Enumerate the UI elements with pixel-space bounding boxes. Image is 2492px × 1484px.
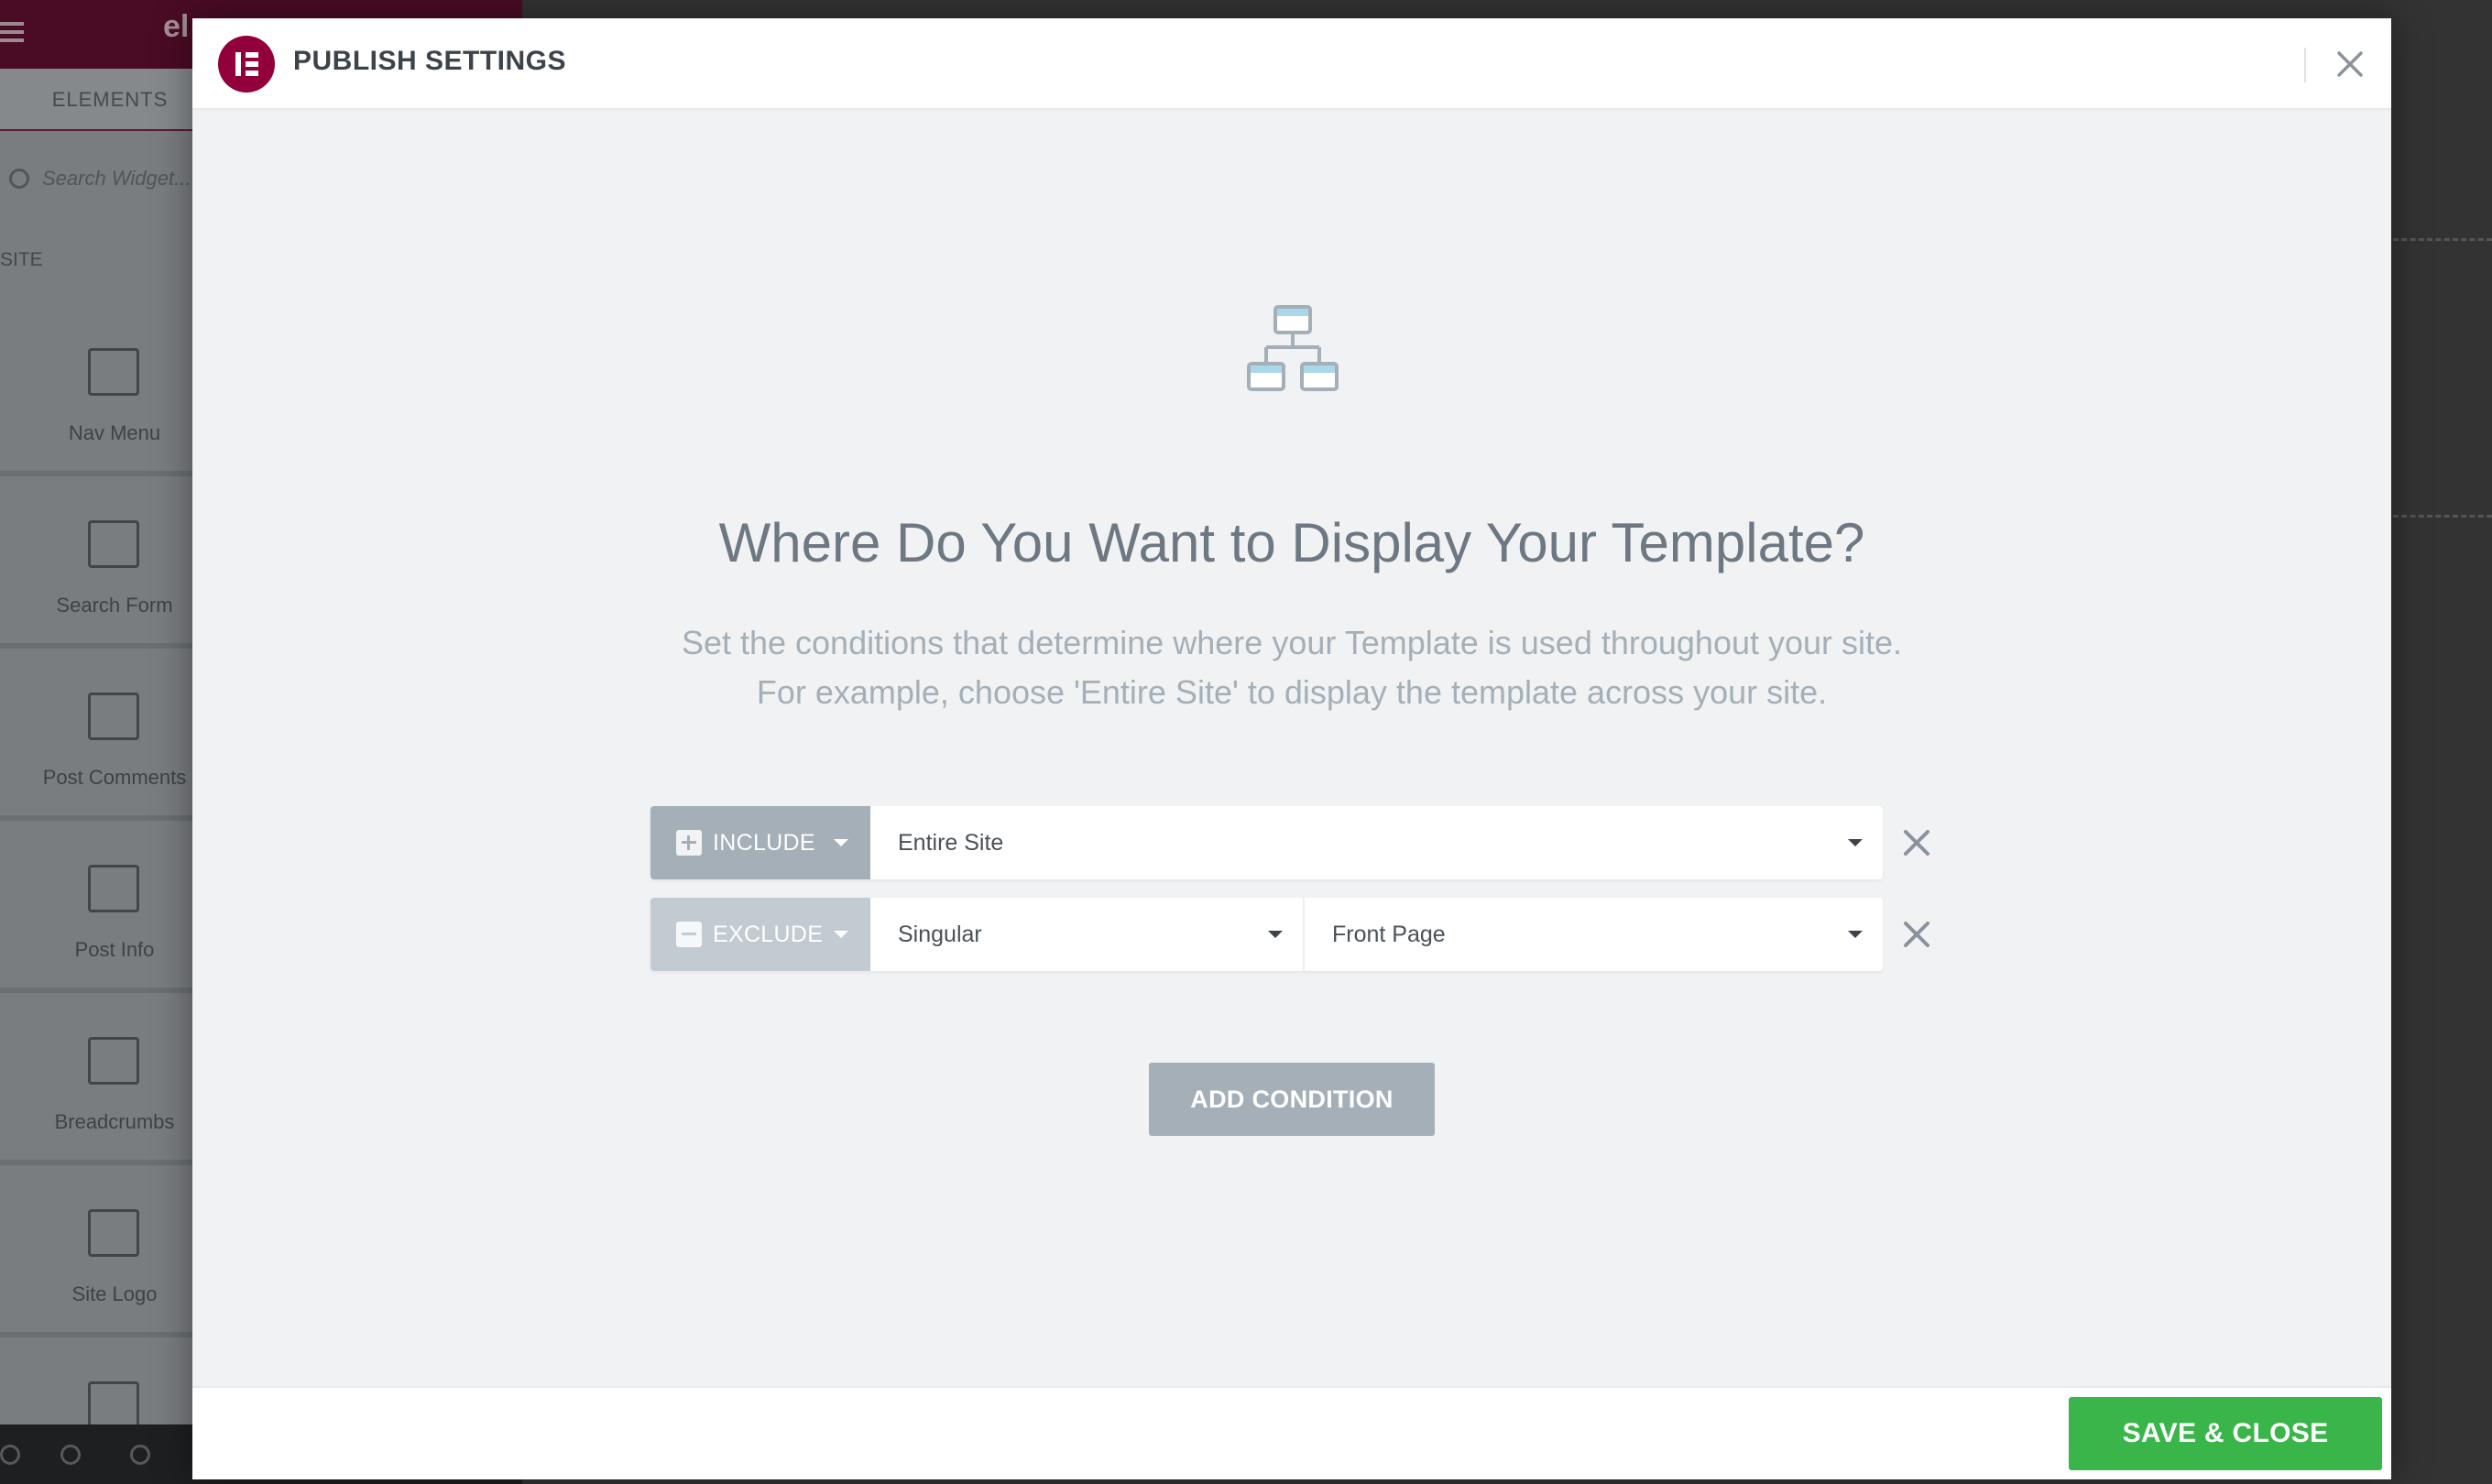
condition-value-label: Entire Site bbox=[898, 829, 1004, 856]
settings-icon bbox=[0, 1445, 20, 1465]
widget-site-logo: Site Logo bbox=[0, 1173, 192, 1337]
site-title-icon bbox=[88, 1381, 139, 1429]
widget-nav-menu: Nav Menu bbox=[0, 311, 192, 476]
close-icon bbox=[2337, 51, 2363, 77]
remove-condition-icon bbox=[1904, 830, 1929, 856]
tab-elements: ELEMENTS bbox=[51, 88, 169, 111]
condition-row-include: INCLUDE Entire Site bbox=[650, 806, 1883, 879]
widget-category-label: SITE bbox=[0, 249, 43, 270]
remove-condition-button[interactable] bbox=[1898, 824, 1935, 861]
condition-sub-label: Singular bbox=[898, 921, 982, 947]
add-condition-button[interactable]: ADD CONDITION bbox=[1149, 1063, 1435, 1136]
widget-breadcrumbs: Breadcrumbs bbox=[0, 1000, 192, 1165]
condition-type-label: EXCLUDE bbox=[713, 921, 824, 947]
header-divider bbox=[2304, 48, 2306, 82]
widget-search-placeholder: Search Widget... bbox=[42, 167, 191, 190]
modal-heading: Where Do You Want to Display Your Templa… bbox=[718, 512, 1865, 573]
publish-settings-modal: PUBLISH SETTINGS Where Do You Want to Di… bbox=[192, 18, 2391, 1479]
site-logo-icon bbox=[88, 1209, 139, 1257]
chevron-down-icon bbox=[834, 839, 848, 846]
condition-sub-select[interactable]: Singular bbox=[870, 898, 1305, 971]
description-line: For example, choose 'Entire Site' to dis… bbox=[756, 673, 1828, 711]
condition-type-select[interactable]: EXCLUDE bbox=[650, 898, 870, 971]
search-icon bbox=[9, 169, 29, 189]
condition-value-label: Front Page bbox=[1332, 921, 1446, 947]
widget-post-info: Post Info bbox=[0, 828, 192, 993]
canvas-section-divider bbox=[2393, 238, 2492, 241]
nav-menu-icon bbox=[88, 348, 139, 396]
close-button[interactable] bbox=[2327, 41, 2373, 87]
minus-icon bbox=[676, 922, 702, 947]
remove-condition-button[interactable] bbox=[1898, 916, 1935, 953]
sitemap-icon bbox=[1247, 305, 1339, 391]
widget-post-comments: Post Comments bbox=[0, 656, 192, 821]
history-icon bbox=[130, 1445, 150, 1465]
modal-title: PUBLISH SETTINGS bbox=[293, 46, 567, 76]
modal-header: PUBLISH SETTINGS bbox=[192, 18, 2391, 110]
remove-condition-icon bbox=[1904, 922, 1929, 947]
layers-icon bbox=[60, 1445, 81, 1465]
condition-row-exclude: EXCLUDE Singular Front Page bbox=[650, 898, 1883, 971]
comments-icon bbox=[88, 693, 139, 740]
condition-type-label: INCLUDE bbox=[713, 829, 815, 856]
modal-description: Set the conditions that determine where … bbox=[192, 618, 2391, 717]
condition-value-select[interactable]: Entire Site bbox=[870, 806, 1883, 879]
elementor-logo-icon bbox=[218, 36, 275, 93]
editor-logo: el bbox=[163, 9, 190, 44]
post-info-icon bbox=[88, 865, 139, 912]
canvas-section-divider bbox=[2393, 515, 2492, 518]
save-and-close-button[interactable]: SAVE & CLOSE bbox=[2069, 1397, 2382, 1470]
breadcrumbs-icon bbox=[88, 1037, 139, 1085]
search-form-icon bbox=[88, 520, 139, 568]
hamburger-menu-icon bbox=[0, 22, 24, 42]
condition-value-select[interactable]: Front Page bbox=[1305, 898, 1883, 971]
plus-icon bbox=[676, 830, 702, 856]
description-line: Set the conditions that determine where … bbox=[681, 624, 1903, 661]
chevron-down-icon bbox=[1848, 931, 1863, 938]
chevron-down-icon bbox=[834, 931, 848, 938]
widget-search-form: Search Form bbox=[0, 484, 192, 649]
condition-type-select[interactable]: INCLUDE bbox=[650, 806, 870, 879]
modal-footer: SAVE & CLOSE bbox=[192, 1386, 2391, 1479]
chevron-down-icon bbox=[1268, 931, 1283, 938]
chevron-down-icon bbox=[1848, 839, 1863, 846]
